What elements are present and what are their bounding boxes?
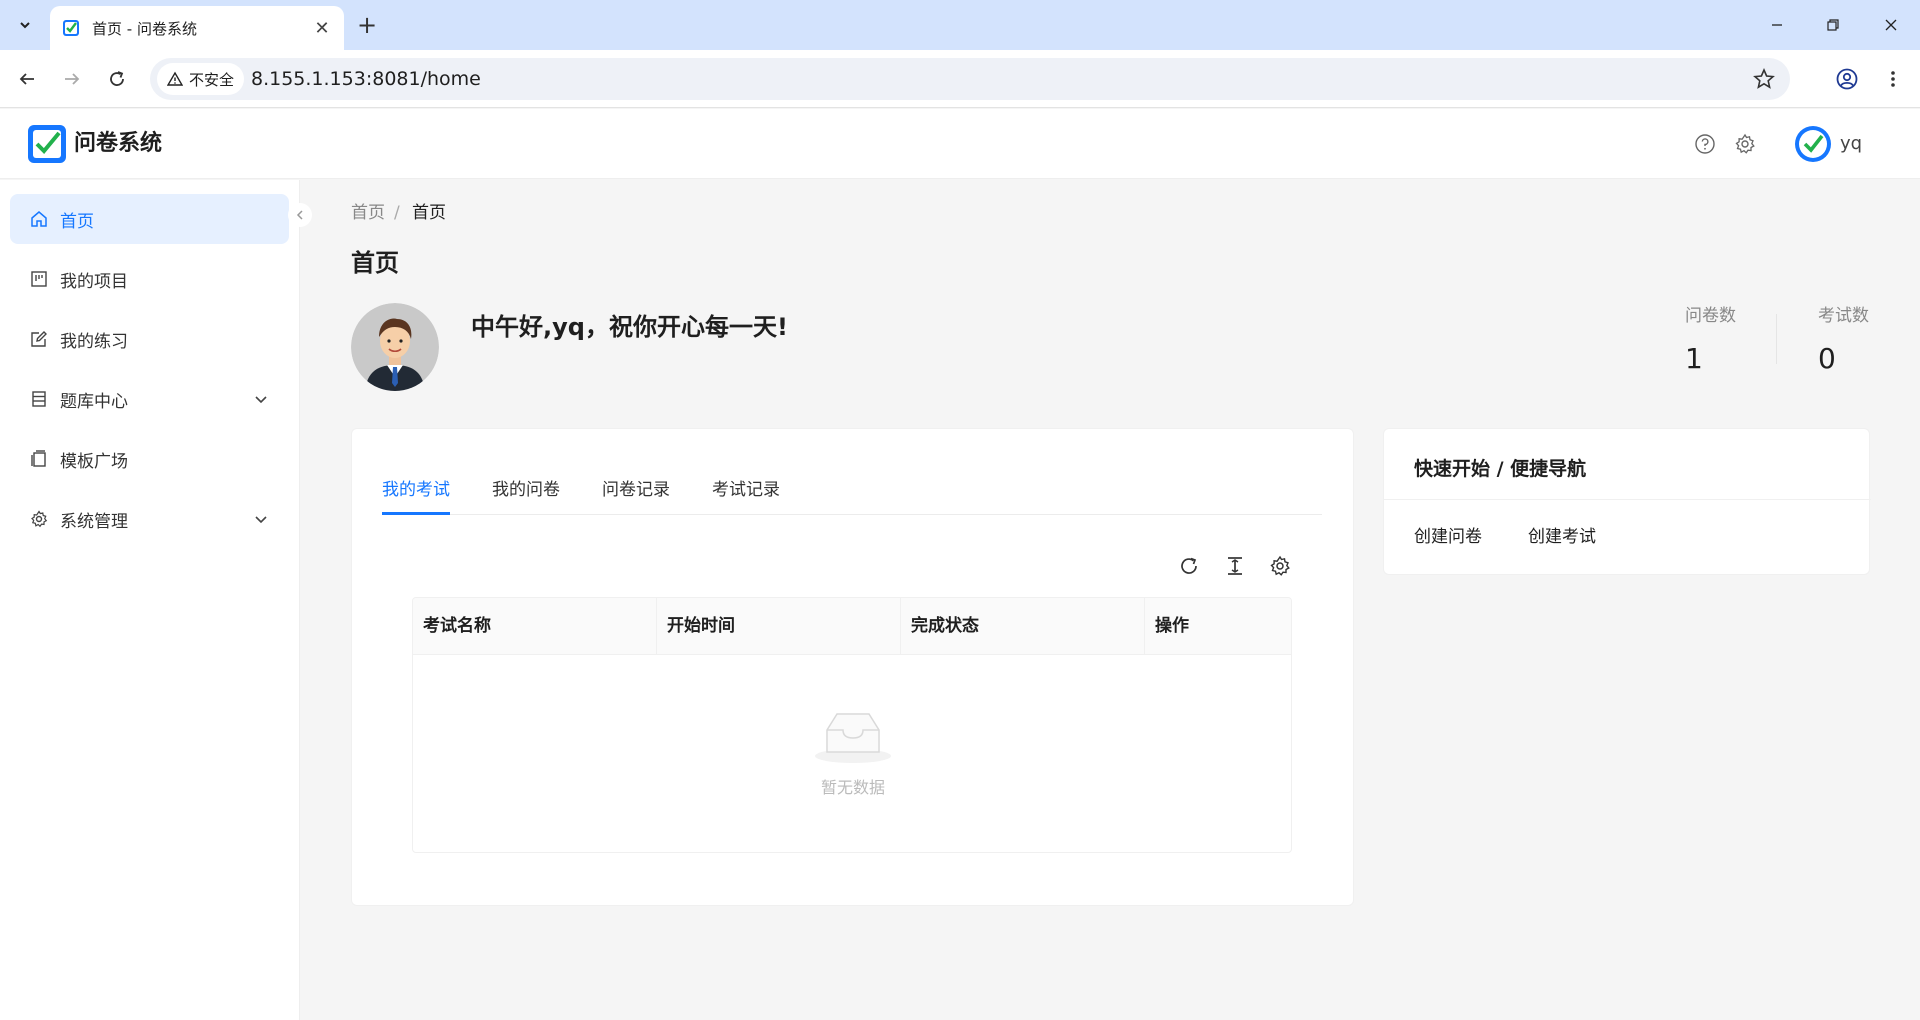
divider	[1384, 499, 1871, 500]
browser-tab[interactable]: 首页 - 问卷系统 ✕	[50, 6, 344, 50]
settings-button[interactable]	[1732, 131, 1758, 157]
breadcrumb-current: 首页	[412, 203, 446, 223]
user-avatar[interactable]	[1795, 126, 1831, 162]
refresh-icon	[1181, 557, 1197, 574]
breadcrumb-separator: /	[394, 203, 400, 223]
sidebar-item-label: 题库中心	[60, 391, 128, 412]
logo-icon	[28, 125, 66, 163]
sidebar-item-label: 我的项目	[60, 271, 128, 292]
sidebar-item-projects[interactable]: 我的项目	[10, 254, 289, 304]
profile-icon	[1836, 68, 1858, 90]
gear-icon	[30, 510, 48, 528]
quick-nav-card: 快速开始 / 便捷导航 创建问卷 创建考试	[1383, 428, 1871, 575]
column-height-icon	[1228, 557, 1242, 575]
arrow-right-icon	[65, 73, 80, 85]
security-label: 不安全	[189, 70, 235, 89]
create-exam-link[interactable]: 创建考试	[1528, 523, 1596, 551]
exam-card: 我的考试 我的问卷 问卷记录 考试记录 考试名称 开始时间 完成状态 操作 暂无…	[351, 428, 1354, 906]
page-title: 首页	[351, 249, 399, 277]
empty-text: 暂无数据	[820, 778, 885, 797]
gear-icon	[1735, 133, 1755, 154]
arrow-left-icon	[19, 73, 34, 85]
forward-button[interactable]	[55, 62, 89, 96]
sidebar-item-practice[interactable]: 我的练习	[10, 314, 289, 364]
empty-inbox-icon	[815, 713, 891, 763]
sidebar-item-question-bank[interactable]: 题库中心	[10, 374, 289, 424]
stat-divider	[1776, 314, 1777, 364]
menu-button[interactable]	[1876, 62, 1910, 96]
browser-toolbar: 不安全 8.155.1.153:8081/home	[0, 50, 1920, 108]
column-header-status[interactable]: 完成状态	[901, 598, 1144, 655]
avatar	[351, 303, 439, 391]
user-name[interactable]: yq	[1840, 126, 1862, 162]
favicon-icon	[63, 20, 79, 36]
sidebar-item-system[interactable]: 系统管理	[10, 494, 289, 544]
restore-icon	[1827, 19, 1839, 31]
sidebar-item-label: 模板广场	[60, 451, 128, 472]
chevron-down-icon	[20, 22, 30, 29]
project-icon	[30, 270, 48, 288]
template-icon	[30, 450, 48, 468]
chevron-left-icon	[296, 210, 303, 220]
column-settings-button[interactable]	[1267, 553, 1293, 579]
exam-table: 考试名称 开始时间 完成状态 操作 暂无数据	[412, 597, 1292, 853]
sidebar-item-label: 系统管理	[60, 511, 128, 532]
chevron-down-icon	[255, 516, 267, 524]
minimize-button[interactable]	[1757, 8, 1797, 42]
greeting-text: 中午好,yq，祝你开心每一天!	[471, 313, 788, 341]
sidebar-item-label: 首页	[60, 211, 94, 232]
address-bar[interactable]: 不安全 8.155.1.153:8081/home	[150, 58, 1790, 100]
help-button[interactable]	[1692, 131, 1718, 157]
table-header: 考试名称 开始时间 完成状态 操作	[413, 598, 1291, 655]
quick-nav-title: 快速开始 / 便捷导航	[1414, 458, 1587, 480]
reload-icon	[110, 71, 124, 86]
sidebar: 首页 我的项目 我的练习 题库中心 模板广场 系统管理	[0, 180, 300, 1020]
breadcrumb-item[interactable]: 首页	[351, 200, 385, 226]
tab-exam-records[interactable]: 考试记录	[712, 475, 780, 515]
density-button[interactable]	[1222, 553, 1248, 579]
tab-my-surveys[interactable]: 我的问卷	[492, 475, 560, 515]
column-header-exam-name[interactable]: 考试名称	[413, 598, 656, 655]
stat-label-surveys: 问卷数	[1685, 306, 1736, 326]
tab-title: 首页 - 问卷系统	[92, 19, 197, 38]
sidebar-item-templates[interactable]: 模板广场	[10, 434, 289, 484]
sidebar-item-home[interactable]: 首页	[10, 194, 289, 244]
tab-bar: 我的考试 我的问卷 问卷记录 考试记录	[382, 475, 1322, 515]
collapse-sidebar-button[interactable]	[288, 203, 312, 227]
star-icon[interactable]	[1752, 67, 1776, 91]
stat-value-exams: 0	[1818, 342, 1836, 375]
more-vertical-icon	[1891, 71, 1895, 87]
home-icon	[30, 210, 48, 228]
tab-survey-records[interactable]: 问卷记录	[602, 475, 670, 515]
minimize-icon	[1772, 24, 1782, 26]
refresh-button[interactable]	[1176, 553, 1202, 579]
tab-search-button[interactable]	[8, 8, 42, 42]
gear-icon	[1270, 555, 1290, 576]
close-icon	[1885, 19, 1897, 31]
chevron-down-icon	[255, 396, 267, 404]
browser-tabstrip: 首页 - 问卷系统 ✕ +	[0, 0, 1920, 50]
back-button[interactable]	[10, 62, 44, 96]
close-window-button[interactable]	[1871, 8, 1911, 42]
column-header-start-time[interactable]: 开始时间	[657, 598, 900, 655]
sidebar-item-label: 我的练习	[60, 331, 128, 352]
close-tab-icon[interactable]: ✕	[312, 18, 332, 39]
create-survey-link[interactable]: 创建问卷	[1414, 523, 1482, 551]
app-header: 问卷系统 yq	[0, 109, 1920, 179]
warning-icon	[167, 71, 183, 86]
tab-my-exams[interactable]: 我的考试	[382, 475, 450, 515]
reload-button[interactable]	[100, 62, 134, 96]
url-text[interactable]: 8.155.1.153:8081/home	[251, 58, 481, 100]
new-tab-button[interactable]: +	[352, 10, 382, 40]
database-icon	[30, 390, 48, 408]
stat-label-exams: 考试数	[1818, 306, 1869, 326]
profile-button[interactable]	[1830, 62, 1864, 96]
stat-value-surveys: 1	[1685, 342, 1703, 375]
column-header-actions[interactable]: 操作	[1145, 598, 1291, 655]
app-title: 问卷系统	[74, 131, 163, 156]
restore-button[interactable]	[1813, 8, 1853, 42]
security-chip[interactable]: 不安全	[157, 63, 245, 95]
edit-icon	[30, 330, 48, 348]
help-icon	[1695, 134, 1715, 154]
